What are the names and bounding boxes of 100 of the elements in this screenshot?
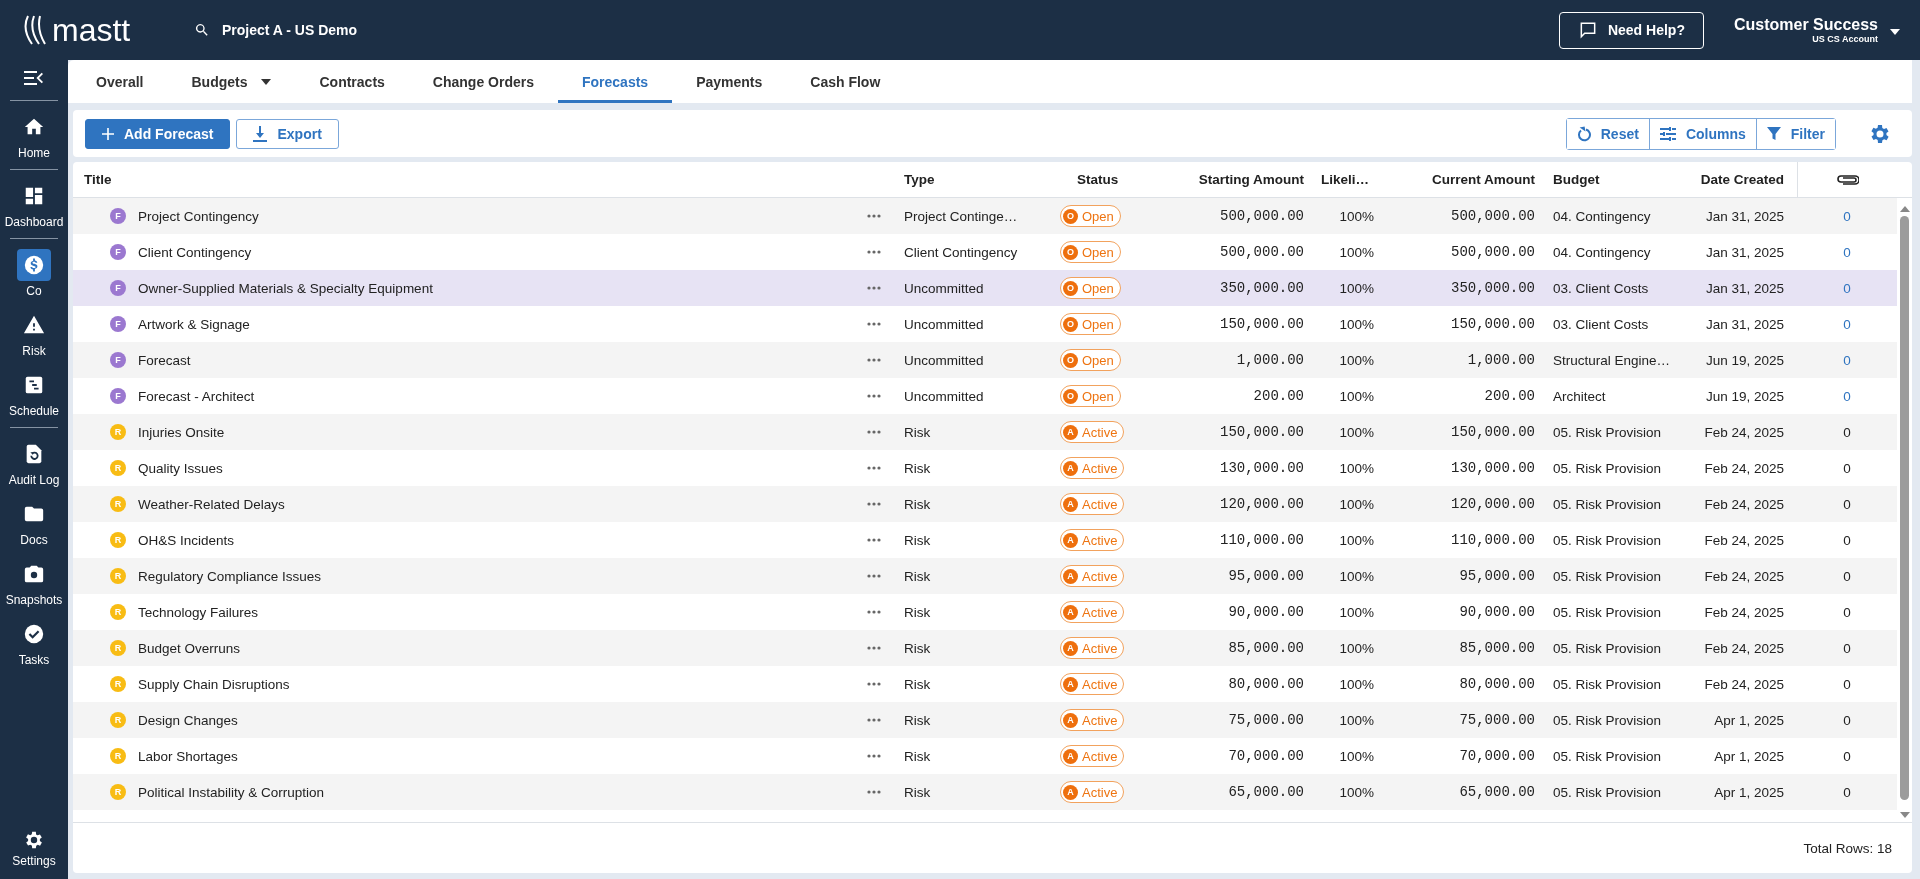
attachment-count[interactable]: 0 xyxy=(1797,568,1897,584)
attachment-count[interactable]: 0 xyxy=(1797,244,1897,260)
attachment-count[interactable]: 0 xyxy=(1797,604,1897,620)
more-icon[interactable] xyxy=(867,538,881,542)
table-row[interactable]: R Design Changes Risk A Active 75,000.00 100% 75,000.00 05. Risk Provision Apr 1, 2025 0 xyxy=(73,702,1897,738)
budget-cell-text: 05. Risk Provision xyxy=(1552,676,1663,692)
nav-item[interactable]: Risk xyxy=(0,303,68,363)
table-row[interactable]: R Regulatory Compliance Issues Risk A Active 95,000.00 100% 95,000.00 05. Risk Provision Feb 24, 2025 0 xyxy=(73,558,1897,594)
scroll-up-icon[interactable] xyxy=(1899,206,1910,212)
table-row[interactable]: R Supply Chain Disruptions Risk A Active 80,000.00 100% 80,000.00 05. Risk Provision Feb 24, 2025 0 xyxy=(73,666,1897,702)
tab[interactable]: Budgets xyxy=(167,60,296,103)
attachment-count[interactable]: 0 xyxy=(1797,532,1897,548)
date-cell-text: Jan 31, 2025 xyxy=(1704,244,1785,260)
more-icon[interactable] xyxy=(867,394,881,398)
attachment-count[interactable]: 0 xyxy=(1797,748,1897,764)
table-row[interactable]: R Quality Issues Risk A Active 130,000.00 100% 130,000.00 05. Risk Provision Feb 24, 2025 0 xyxy=(73,450,1897,486)
more-icon[interactable] xyxy=(867,754,881,758)
tab[interactable]: Overall xyxy=(72,60,168,103)
amount-cell-text: 65,000.00 xyxy=(1227,784,1305,800)
scroll-down-icon[interactable] xyxy=(1899,812,1910,818)
more-icon[interactable] xyxy=(867,322,881,326)
attachment-count[interactable]: 0 xyxy=(1797,388,1897,404)
status-badge: A Active xyxy=(1060,457,1125,479)
more-icon[interactable] xyxy=(867,502,881,506)
amount-cell-text: 150,000.00 xyxy=(1219,316,1305,332)
nav-item[interactable]: Audit Log xyxy=(0,432,68,492)
tab[interactable]: Forecasts xyxy=(558,60,673,103)
table-row[interactable]: R OH&S Incidents Risk A Active 110,000.00 100% 110,000.00 05. Risk Provision Feb 24, 2025 0 xyxy=(73,522,1897,558)
nav-item[interactable]: Settings xyxy=(0,823,68,873)
tab[interactable]: Cash Flow xyxy=(786,60,905,103)
menu-collapse-icon[interactable] xyxy=(24,70,44,86)
user-name[interactable]: Customer Success xyxy=(1733,16,1878,34)
attachment-count[interactable]: 0 xyxy=(1797,676,1897,692)
table-row[interactable]: R Budget Overruns Risk A Active 85,000.00 100% 85,000.00 05. Risk Provision Feb 24, 2025 0 xyxy=(73,630,1897,666)
more-icon[interactable] xyxy=(867,718,881,722)
reset-button[interactable]: Reset xyxy=(1566,118,1650,149)
attachment-count[interactable]: 0 xyxy=(1797,460,1897,476)
nav-item[interactable]: Home xyxy=(0,105,68,165)
table-row[interactable]: F Client Contingency Client Contingency O Open 500,000.00 100% 500,000.00 04. Contingency Jan 31, 2025 0 xyxy=(73,234,1897,270)
column-header[interactable]: Current Amount xyxy=(1389,172,1539,187)
table-row[interactable]: R Political Instability & Corruption Risk A Active 65,000.00 100% 65,000.00 05. Risk Provision Apr 1, 2025 0 xyxy=(73,774,1897,810)
column-header[interactable]: Type xyxy=(889,172,1049,187)
tab[interactable]: Payments xyxy=(672,60,787,103)
attachment-count[interactable]: 0 xyxy=(1797,784,1897,800)
nav-item[interactable]: Snapshots xyxy=(0,552,68,612)
more-icon[interactable] xyxy=(867,250,881,254)
attachment-count[interactable]: 0 xyxy=(1797,316,1897,332)
table-row[interactable]: R Technology Failures Risk A Active 90,000.00 100% 90,000.00 05. Risk Provision Feb 24, 2025 0 xyxy=(73,594,1897,630)
more-icon[interactable] xyxy=(867,682,881,686)
nav-item[interactable]: Dashboard xyxy=(0,174,68,234)
nav-item[interactable]: Co xyxy=(0,243,68,303)
more-icon[interactable] xyxy=(867,790,881,794)
more-icon[interactable] xyxy=(867,358,881,362)
status-badge: O Open xyxy=(1060,385,1121,407)
more-icon[interactable] xyxy=(867,214,881,218)
status-badge: A Active xyxy=(1060,529,1125,551)
nav-item[interactable]: Docs xyxy=(0,492,68,552)
title-cell-text: Quality Issues xyxy=(138,460,224,476)
nav-item[interactable]: Tasks xyxy=(0,612,68,672)
table-row[interactable]: F Project Contingency Project Continge… O Open 500,000.00 100% 500,000.00 04. Contingency Jan 31, 2025 0 xyxy=(73,198,1897,234)
column-header[interactable]: Date Created xyxy=(1689,172,1797,187)
column-header[interactable]: Title xyxy=(73,172,889,187)
title-cell-text: Technology Failures xyxy=(138,604,260,620)
table-row[interactable]: R Labor Shortages Risk A Active 70,000.00 100% 70,000.00 05. Risk Provision Apr 1, 2025 0 xyxy=(73,738,1897,774)
column-header[interactable]: Likeli… xyxy=(1309,172,1389,187)
attachment-count[interactable]: 0 xyxy=(1797,424,1897,440)
tab[interactable]: Change Orders xyxy=(408,60,558,103)
likelihood-cell-text: 100% xyxy=(1338,208,1375,224)
more-icon[interactable] xyxy=(867,430,881,434)
attachment-count[interactable]: 0 xyxy=(1797,208,1897,224)
nav-item[interactable]: Schedule xyxy=(0,363,68,423)
amount-cell-text: 200.00 xyxy=(1252,388,1305,404)
attachment-count[interactable]: 0 xyxy=(1797,712,1897,728)
type-cell-text: Uncommitted xyxy=(903,352,985,368)
attachment-count[interactable]: 0 xyxy=(1797,352,1897,368)
more-icon[interactable] xyxy=(867,466,881,470)
tab[interactable]: Contracts xyxy=(295,60,409,103)
budget-cell-text: 05. Risk Provision xyxy=(1552,712,1663,728)
help-button[interactable]: Need Help? xyxy=(1558,11,1704,49)
table-row[interactable]: F Forecast Uncommitted O Open 1,000.00 100% 1,000.00 Structural Engine… Jun 19, 2025 0 xyxy=(73,342,1897,378)
add-forecast-button[interactable]: Add Forecast xyxy=(85,118,231,149)
attachment-count[interactable]: 0 xyxy=(1797,280,1897,296)
attachment-count[interactable]: 0 xyxy=(1797,640,1897,656)
column-header[interactable]: Status xyxy=(1049,172,1179,187)
more-icon[interactable] xyxy=(867,574,881,578)
project-name[interactable]: Project A - US Demo xyxy=(222,22,358,38)
more-icon[interactable] xyxy=(867,610,881,614)
more-icon[interactable] xyxy=(867,286,881,290)
table-row[interactable]: R Weather-Related Delays Risk A Active 120,000.00 100% 120,000.00 05. Risk Provision Feb 24, 2025 0 xyxy=(73,486,1897,522)
sliders-icon xyxy=(1659,126,1676,141)
column-header[interactable]: Budget xyxy=(1539,172,1689,187)
attachment-count[interactable]: 0 xyxy=(1797,496,1897,512)
more-icon[interactable] xyxy=(867,646,881,650)
export-button[interactable]: Export xyxy=(236,118,339,149)
table-row[interactable]: F Owner-Supplied Materials & Specialty Equipment Uncommitted O Open 350,000.00 100% 350,000.00 03. Client Costs Jan 31, 2025 0 xyxy=(73,270,1897,306)
table-row[interactable]: R Injuries Onsite Risk A Active 150,000.00 100% 150,000.00 05. Risk Provision Feb 24, 2025 0 xyxy=(73,414,1897,450)
column-header[interactable]: Starting Amount xyxy=(1179,172,1309,187)
table-row[interactable]: F Forecast - Architect Uncommitted O Open 200.00 100% 200.00 Architect Jun 19, 2025 0 xyxy=(73,378,1897,414)
table-row[interactable]: F Artwork & Signage Uncommitted O Open 150,000.00 100% 150,000.00 03. Client Costs Jan 31, 2025 0 xyxy=(73,306,1897,342)
download-icon xyxy=(253,125,268,142)
